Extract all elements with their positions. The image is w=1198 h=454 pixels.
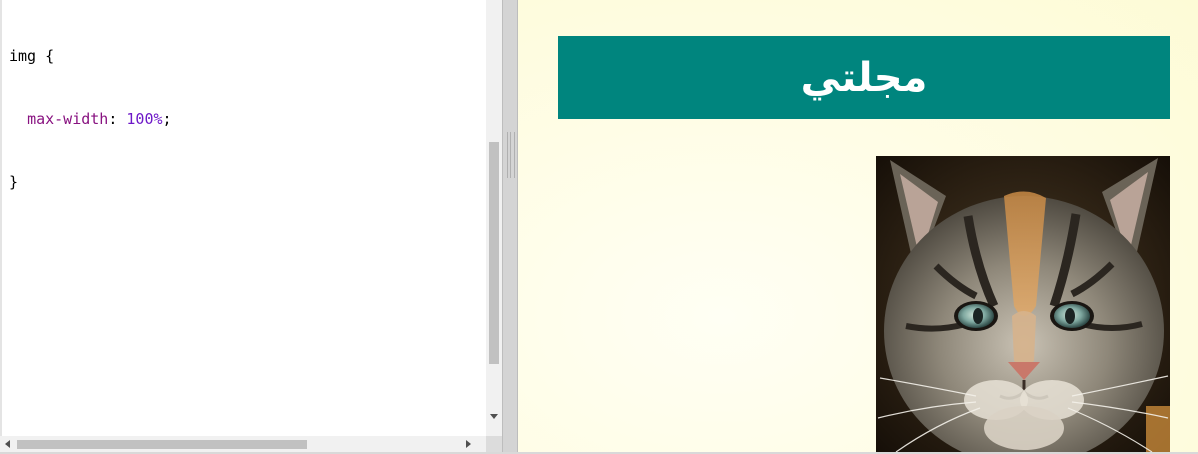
code-line-1[interactable]: img { <box>9 46 172 67</box>
vertical-scrollbar-thumb[interactable] <box>489 142 499 364</box>
css-property: max-width <box>27 110 109 128</box>
css-close-brace: } <box>9 173 19 191</box>
scroll-right-arrow-icon[interactable] <box>466 440 471 448</box>
scroll-left-arrow-icon[interactable] <box>5 440 10 448</box>
header-banner: مجلتي <box>558 36 1170 119</box>
pane-splitter[interactable] <box>502 0 518 454</box>
code-line-3[interactable]: } <box>9 172 172 193</box>
css-colon: : <box>108 110 127 128</box>
code-line-2[interactable]: max-width: 100%; <box>9 109 172 130</box>
code-lines[interactable]: img { max-width: 100%; } <box>9 4 172 235</box>
scroll-down-arrow-icon[interactable] <box>490 414 498 419</box>
code-editor[interactable]: img { max-width: 100%; } <box>0 0 486 436</box>
css-semicolon: ; <box>162 110 172 128</box>
css-selector: img { <box>9 47 55 65</box>
css-value: 100% <box>126 110 163 128</box>
playground-window: img { max-width: 100%; } مجلتي <box>0 0 1198 454</box>
page-heading: مجلتي <box>800 54 928 101</box>
editor-gutter <box>0 0 2 436</box>
splitter-grip-icon[interactable] <box>507 132 515 178</box>
css-editor-pane: img { max-width: 100%; } <box>0 0 502 454</box>
horizontal-scrollbar[interactable] <box>0 436 486 452</box>
horizontal-scrollbar-thumb[interactable] <box>17 440 307 449</box>
kitten-photo <box>876 156 1170 452</box>
kitten-photo-icon <box>876 156 1170 452</box>
vertical-scrollbar[interactable] <box>486 0 502 436</box>
scrollbar-corner <box>486 436 502 452</box>
preview-pane: مجلتي <box>518 0 1198 452</box>
